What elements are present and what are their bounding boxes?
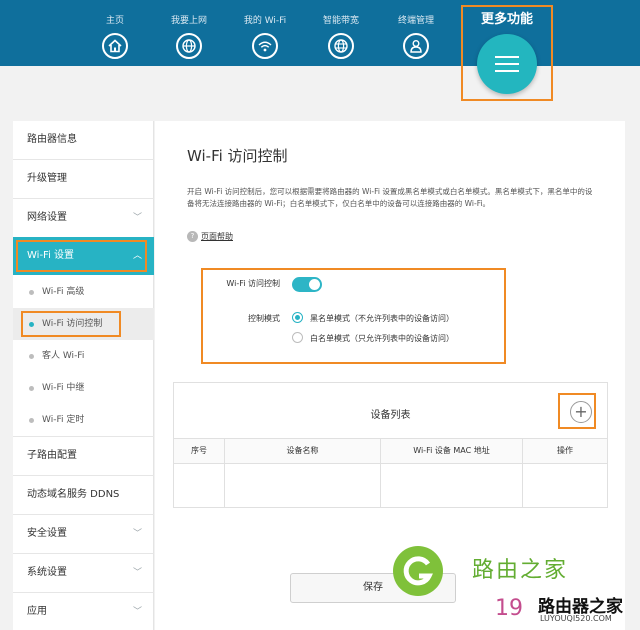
- sidebar-item-ddns[interactable]: 动态域名服务 DDNS: [13, 476, 154, 514]
- sidebar-item-system[interactable]: 系统设置 ﹀: [13, 554, 154, 592]
- wifi-icon: [252, 33, 278, 59]
- globe-icon: [176, 33, 202, 59]
- sidebar-item-router-info[interactable]: 路由器信息: [13, 121, 154, 159]
- nav-my-wifi-label: 我的 Wi-Fi: [243, 16, 287, 26]
- sidebar-item-label: 升级管理: [27, 173, 67, 184]
- sidebar-subitem-wifi-timer[interactable]: Wi-Fi 定时: [13, 404, 154, 436]
- bandwidth-globe-icon: [328, 33, 354, 59]
- sidebar-item-label: 子路由配置: [27, 450, 77, 461]
- sidebar-subitem-label: 客人 Wi-Fi: [42, 351, 85, 361]
- nav-internet-label: 我要上网: [170, 16, 207, 26]
- watermark-brand: 路由之家: [472, 558, 569, 583]
- sidebar: 路由器信息 升级管理 网络设置 ﹀ Wi-Fi 设置 ︿ Wi-Fi 高级 Wi…: [13, 121, 154, 630]
- page-title: Wi-Fi 访问控制: [187, 147, 288, 165]
- sidebar-subitem-label: Wi-Fi 高级: [42, 287, 85, 297]
- highlight-add-device: [558, 393, 596, 429]
- nav-smart-bandwidth[interactable]: 智能带宽: [308, 15, 374, 59]
- sidebar-item-label: 安全设置: [27, 528, 67, 539]
- highlight-wifi-access-control: [21, 311, 121, 337]
- sidebar-item-label: 动态域名服务 DDNS: [27, 489, 120, 500]
- table-empty-cell: [174, 464, 225, 507]
- sidebar-item-network-settings[interactable]: 网络设置 ﹀: [13, 199, 154, 237]
- device-list-title: 设备列表: [370, 410, 411, 421]
- column-header-device-name: 设备名称: [225, 439, 381, 463]
- nav-bandwidth-label: 智能带宽: [322, 16, 359, 26]
- sidebar-item-label: 路由器信息: [27, 134, 77, 145]
- page-help-label: 页面帮助: [201, 232, 233, 241]
- sidebar-item-sub-router[interactable]: 子路由配置: [13, 437, 154, 475]
- device-table-header: 序号 设备名称 Wi-Fi 设备 MAC 地址 操作: [174, 438, 607, 464]
- bullet-icon: [29, 418, 34, 423]
- watermark-number: 19: [495, 596, 523, 621]
- nav-home[interactable]: 主页: [82, 15, 148, 59]
- sidebar-item-apps[interactable]: 应用 ﹀: [13, 593, 154, 630]
- table-empty-cell: [225, 464, 381, 507]
- sidebar-item-upgrade[interactable]: 升级管理: [13, 160, 154, 198]
- nav-terminal-management[interactable]: 终端管理: [383, 15, 449, 59]
- nav-internet[interactable]: 我要上网: [156, 15, 222, 59]
- sidebar-item-security[interactable]: 安全设置 ﹀: [13, 515, 154, 553]
- sidebar-subitem-wifi-relay[interactable]: Wi-Fi 中继: [13, 372, 154, 404]
- sidebar-subitem-label: Wi-Fi 定时: [42, 415, 85, 425]
- column-header-index: 序号: [174, 439, 225, 463]
- sidebar-subitem-label: Wi-Fi 中继: [42, 383, 85, 393]
- bullet-icon: [29, 354, 34, 359]
- chevron-down-icon: ﹀: [132, 213, 142, 223]
- sidebar-item-label: 应用: [27, 606, 47, 617]
- sidebar-subitem-guest-wifi[interactable]: 客人 Wi-Fi: [13, 340, 154, 372]
- bullet-icon: [29, 290, 34, 295]
- nav-my-wifi[interactable]: 我的 Wi-Fi: [232, 15, 298, 59]
- chevron-down-icon: ﹀: [132, 607, 142, 617]
- table-empty-cell: [381, 464, 523, 507]
- page-help-link[interactable]: ? 页面帮助: [187, 231, 233, 242]
- chevron-down-icon: ﹀: [132, 568, 142, 578]
- highlight-more-functions: [461, 5, 553, 101]
- home-icon: [102, 33, 128, 59]
- nav-terminal-label: 终端管理: [397, 16, 434, 26]
- highlight-wifi-settings: [16, 240, 147, 272]
- column-header-mac: Wi-Fi 设备 MAC 地址: [381, 439, 523, 463]
- sidebar-item-label: 网络设置: [27, 212, 67, 223]
- sidebar-item-label: 系统设置: [27, 567, 67, 578]
- chevron-down-icon: ﹀: [132, 529, 142, 539]
- watermark-logo: [393, 546, 443, 596]
- nav-home-label: 主页: [105, 16, 124, 26]
- device-list-panel: 设备列表 + 序号 设备名称 Wi-Fi 设备 MAC 地址 操作: [173, 382, 608, 508]
- watermark-url: LUYOUQI520.COM: [540, 614, 612, 623]
- page-description: 开启 Wi-Fi 访问控制后，您可以根据需要将路由器的 Wi-Fi 设置成黑名单…: [187, 187, 593, 208]
- user-icon: [403, 33, 429, 59]
- column-header-action: 操作: [557, 446, 573, 455]
- highlight-access-control-settings: [201, 268, 506, 364]
- bullet-icon: [29, 386, 34, 391]
- sidebar-subitem-wifi-advanced[interactable]: Wi-Fi 高级: [13, 276, 154, 308]
- help-icon: ?: [187, 231, 198, 242]
